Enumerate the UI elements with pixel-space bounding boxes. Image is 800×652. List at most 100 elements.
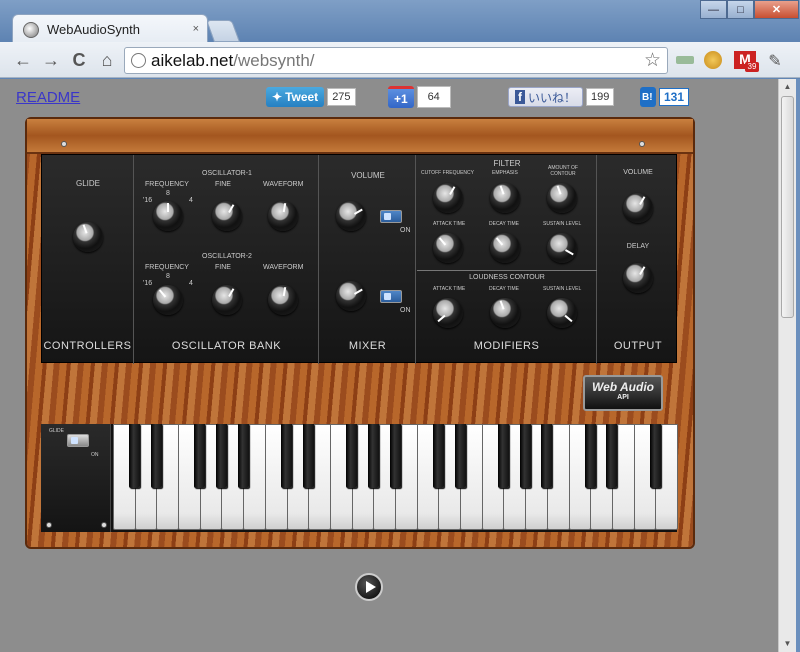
facebook-like-widget: f いいね！ 199 [508, 87, 615, 107]
facebook-like-button[interactable]: f いいね！ [508, 87, 584, 107]
address-bar[interactable]: aikelab.net/websynth/ ☆ [124, 47, 668, 74]
scroll-down-arrow-icon[interactable]: ▼ [779, 636, 796, 652]
osc2-waveform-label: WAVEFORM [263, 264, 304, 271]
osc1-label: OSCILLATOR-1 [202, 170, 252, 177]
osc2-fine-knob[interactable] [212, 285, 242, 315]
mixer-toggle-2[interactable] [380, 290, 402, 303]
screw-icon [101, 522, 107, 528]
play-button[interactable] [355, 573, 383, 601]
glide-knob[interactable] [73, 222, 103, 252]
osc1-waveform-label: WAVEFORM [263, 181, 304, 188]
mixer-on-label-2: ON [400, 307, 411, 314]
keyboard-left-panel: GLIDE ON [41, 424, 111, 532]
filter-decay-knob[interactable] [490, 233, 520, 263]
osc1-freq-high: 4 [189, 197, 193, 204]
tweet-button[interactable]: ✦ Tweet [266, 87, 325, 107]
extension-face-icon[interactable] [704, 51, 722, 69]
screw-icon [639, 141, 645, 147]
black-key[interactable] [389, 424, 401, 488]
black-key[interactable] [281, 424, 293, 488]
reload-button[interactable]: C [68, 50, 90, 71]
extension-battery-icon[interactable] [676, 56, 694, 64]
output-volume-knob[interactable] [623, 193, 653, 223]
black-key[interactable] [150, 424, 162, 488]
filter-attack-label: ATTACK TIME [433, 221, 466, 227]
hatena-button[interactable]: B! [640, 87, 656, 107]
amount-knob[interactable] [547, 183, 577, 213]
black-key[interactable] [302, 424, 314, 488]
wrench-icon[interactable]: ✎ [766, 51, 784, 70]
plusone-count: 64 [416, 86, 451, 108]
osc2-frequency-label: FREQUENCY [145, 264, 189, 271]
keybed-glide-toggle[interactable] [67, 434, 89, 447]
output-title: OUTPUT [613, 340, 663, 352]
cutoff-knob[interactable] [433, 183, 463, 213]
osc1-frequency-knob[interactable] [153, 201, 183, 231]
tab-websynth[interactable]: WebAudioSynth × [12, 14, 208, 44]
vertical-scrollbar[interactable]: ▲ ▼ [778, 79, 796, 652]
black-key[interactable] [497, 424, 509, 488]
globe-icon [23, 21, 39, 38]
mixer-volume-knob-2[interactable] [336, 281, 366, 311]
home-button[interactable]: ⌂ [96, 50, 118, 71]
loudness-attack-knob[interactable] [433, 298, 463, 328]
delay-knob[interactable] [623, 263, 653, 293]
bookmark-star-icon[interactable]: ☆ [644, 49, 661, 72]
window-controls: — □ ✕ [700, 0, 799, 20]
black-key[interactable] [367, 424, 379, 488]
loudness-sustain-knob[interactable] [547, 298, 577, 328]
browser-toolbar: ← → C ⌂ aikelab.net/websynth/ ☆ M 39 ✎ [0, 42, 800, 78]
readme-link[interactable]: README [16, 89, 80, 106]
emphasis-knob[interactable] [490, 183, 520, 213]
forward-button[interactable]: → [40, 50, 62, 71]
black-key[interactable] [454, 424, 466, 488]
osc2-frequency-knob[interactable] [153, 285, 183, 315]
filter-sustain-knob[interactable] [547, 233, 577, 263]
url-host: aikelab.net [151, 50, 234, 70]
osc1-waveform-knob[interactable] [268, 201, 298, 231]
black-key[interactable] [584, 424, 596, 488]
black-key[interactable] [346, 424, 358, 488]
loudness-decay-knob[interactable] [490, 298, 520, 328]
black-key[interactable] [215, 424, 227, 488]
black-key[interactable] [519, 424, 531, 488]
black-key[interactable] [129, 424, 141, 488]
scroll-up-arrow-icon[interactable]: ▲ [779, 79, 796, 95]
keybed-glide-label: GLIDE [49, 428, 65, 434]
osc2-waveform-knob[interactable] [268, 285, 298, 315]
black-key[interactable] [194, 424, 206, 488]
plusone-button[interactable]: +1 [388, 86, 414, 108]
loudness-sustain-label: SUSTAIN LEVEL [543, 286, 582, 292]
scrollbar-thumb[interactable] [781, 96, 794, 318]
twitter-bird-icon: ✦ [272, 90, 283, 104]
filter-attack-knob[interactable] [433, 233, 463, 263]
mixer-toggle-1[interactable] [380, 210, 402, 223]
maximize-button[interactable]: □ [727, 0, 754, 19]
piano-keyboard[interactable] [113, 424, 678, 532]
loudness-attack-label: ATTACK TIME [433, 286, 466, 292]
delay-label: DELAY [626, 243, 650, 250]
black-key[interactable] [432, 424, 444, 488]
black-key[interactable] [649, 424, 661, 488]
black-key[interactable] [606, 424, 618, 488]
badge-main-text: Web Audio [592, 380, 654, 394]
black-key[interactable] [541, 424, 553, 488]
control-panel: GLIDE CONTROLLERS OSCILLATOR-1 FREQUENCY… [41, 154, 677, 364]
mixer-volume-knob-1[interactable] [336, 201, 366, 231]
window-border [796, 79, 800, 652]
minimize-button[interactable]: — [700, 0, 727, 19]
plusone-widget: +1 64 [388, 86, 451, 108]
close-window-button[interactable]: ✕ [754, 0, 799, 19]
filter-sustain-label: SUSTAIN LEVEL [543, 221, 582, 227]
mixer-on-label-1: ON [400, 227, 411, 234]
mixer-title: MIXER [348, 340, 387, 352]
tweet-label: Tweet [285, 90, 319, 104]
close-tab-icon[interactable]: × [193, 23, 199, 35]
osc2-label: OSCILLATOR-2 [202, 253, 252, 260]
synthesizer: GLIDE CONTROLLERS OSCILLATOR-1 FREQUENCY… [27, 119, 693, 547]
black-key[interactable] [237, 424, 249, 488]
oscillator-bank-title: OSCILLATOR BANK [171, 340, 282, 352]
osc1-fine-knob[interactable] [212, 201, 242, 231]
back-button[interactable]: ← [12, 50, 34, 71]
new-tab-button[interactable] [205, 20, 241, 42]
